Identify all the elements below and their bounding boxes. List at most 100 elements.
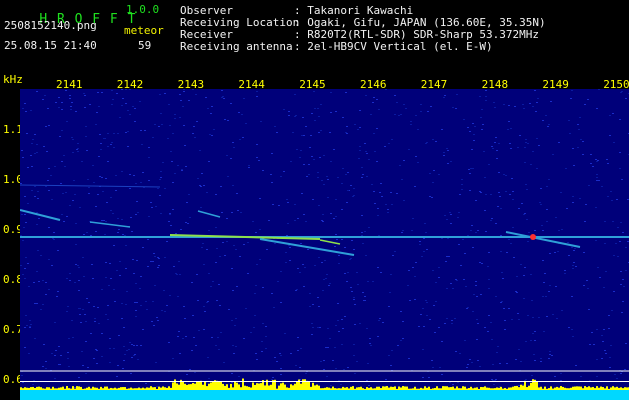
- noise-speck: [328, 285, 330, 286]
- noise-speck: [23, 227, 25, 228]
- noise-speck: [101, 177, 103, 178]
- noise-speck: [457, 382, 459, 383]
- noise-speck: [380, 272, 382, 273]
- level-bar: [340, 388, 342, 390]
- noise-speck: [107, 161, 109, 162]
- noise-speck: [322, 290, 324, 291]
- noise-speck: [441, 374, 443, 375]
- noise-speck: [125, 103, 127, 104]
- noise-speck: [243, 338, 245, 339]
- noise-speck: [351, 240, 353, 241]
- noise-speck: [384, 146, 386, 147]
- noise-speck: [299, 157, 301, 158]
- noise-speck: [584, 104, 586, 105]
- noise-speck: [55, 102, 57, 103]
- noise-speck: [485, 231, 487, 232]
- noise-speck: [511, 178, 513, 179]
- noise-speck: [43, 344, 45, 345]
- noise-speck: [195, 345, 197, 346]
- noise-speck: [462, 239, 464, 240]
- noise-speck: [540, 361, 542, 362]
- level-bar: [466, 388, 468, 390]
- noise-speck: [24, 268, 26, 269]
- noise-speck: [63, 221, 65, 222]
- noise-speck: [208, 161, 210, 162]
- level-bar: [462, 386, 464, 390]
- noise-speck: [239, 139, 241, 140]
- level-bar: [306, 380, 308, 390]
- noise-speck: [57, 250, 59, 251]
- noise-speck: [387, 209, 389, 210]
- noise-speck: [364, 300, 366, 301]
- noise-speck: [90, 235, 92, 236]
- noise-speck: [83, 276, 85, 277]
- noise-speck: [127, 131, 129, 132]
- noise-speck: [605, 353, 607, 354]
- noise-speck: [60, 183, 62, 184]
- noise-speck: [59, 136, 61, 137]
- level-bar: [560, 386, 562, 390]
- noise-speck: [588, 309, 590, 310]
- noise-speck: [247, 273, 249, 274]
- noise-speck: [373, 133, 375, 134]
- noise-speck: [224, 255, 226, 256]
- noise-speck: [193, 126, 195, 127]
- noise-speck: [501, 301, 503, 302]
- level-bar: [234, 381, 236, 390]
- noise-speck: [317, 108, 319, 109]
- noise-speck: [583, 252, 585, 253]
- noise-speck: [205, 97, 207, 98]
- noise-speck: [330, 213, 332, 214]
- meteor-hotspot: [530, 234, 536, 240]
- level-bar: [80, 386, 82, 390]
- noise-speck: [469, 131, 471, 132]
- level-bar: [282, 382, 284, 390]
- noise-speck: [573, 165, 575, 166]
- noise-speck: [335, 325, 337, 326]
- noise-speck: [54, 378, 56, 379]
- noise-speck: [94, 321, 96, 322]
- noise-speck: [207, 357, 209, 358]
- level-bar: [212, 381, 214, 390]
- noise-speck: [218, 349, 220, 350]
- noise-speck: [459, 353, 461, 354]
- noise-speck: [132, 106, 134, 107]
- noise-speck: [366, 153, 368, 154]
- level-bar: [578, 386, 580, 390]
- noise-speck: [37, 198, 39, 199]
- noise-speck: [134, 108, 136, 109]
- level-bar: [334, 388, 336, 390]
- level-bar: [92, 386, 94, 390]
- noise-speck: [532, 151, 534, 152]
- noise-speck: [74, 282, 76, 283]
- noise-speck: [121, 318, 123, 319]
- noise-speck: [451, 320, 453, 321]
- noise-speck: [484, 210, 486, 211]
- noise-speck: [347, 190, 349, 191]
- noise-speck: [284, 333, 286, 334]
- noise-speck: [410, 124, 412, 125]
- noise-speck: [619, 241, 621, 242]
- noise-speck: [68, 338, 70, 339]
- noise-speck: [454, 318, 456, 319]
- noise-speck: [536, 102, 538, 103]
- noise-speck: [515, 359, 517, 360]
- noise-speck: [512, 227, 514, 228]
- noise-speck: [498, 192, 500, 193]
- noise-speck: [296, 149, 298, 150]
- noise-speck: [426, 142, 428, 143]
- noise-speck: [76, 149, 78, 150]
- noise-speck: [178, 331, 180, 332]
- level-bar: [344, 387, 346, 390]
- noise-speck: [619, 119, 621, 120]
- noise-speck: [567, 242, 569, 243]
- noise-speck: [93, 306, 95, 307]
- noise-speck: [613, 255, 615, 256]
- noise-speck: [512, 191, 514, 192]
- noise-speck: [136, 302, 138, 303]
- noise-speck: [302, 264, 304, 265]
- noise-speck: [335, 368, 337, 369]
- noise-speck: [132, 259, 134, 260]
- noise-speck: [569, 133, 571, 134]
- noise-speck: [587, 288, 589, 289]
